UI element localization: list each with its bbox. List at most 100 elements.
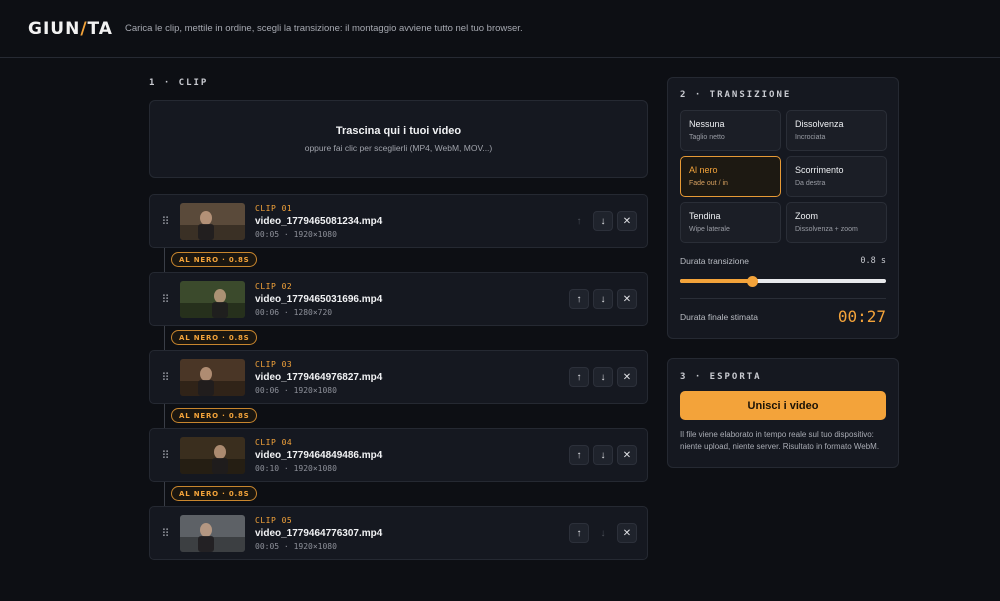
arrow-down-icon: ↓ <box>600 449 606 461</box>
app-header: GIUN/TA Carica le clip, mettile in ordin… <box>0 0 1000 58</box>
transition-option-subtitle: Fade out / in <box>689 180 728 187</box>
transition-option[interactable]: Nessuna Taglio netto <box>680 110 781 151</box>
move-up-button[interactable]: ↑ <box>569 367 589 387</box>
logo-text-b: TA <box>87 18 113 39</box>
move-down-button[interactable]: ↓ <box>593 445 613 465</box>
duration-label: Durata transizione <box>680 256 749 266</box>
move-up-button[interactable]: ↑ <box>569 211 589 231</box>
slider-thumb[interactable] <box>747 276 759 287</box>
close-icon: ✕ <box>622 527 632 539</box>
transition-option[interactable]: Scorrimento Da destra <box>786 156 887 197</box>
clip-card[interactable]: ⠿ CLIP 02 video_1779465031696.mp4 00:06 … <box>149 272 648 326</box>
move-down-button[interactable]: ↓ <box>593 289 613 309</box>
transition-option[interactable]: Dissolvenza Incrociata <box>786 110 887 151</box>
remove-clip-button[interactable]: ✕ <box>617 367 637 387</box>
arrow-down-icon: ↓ <box>600 371 606 383</box>
transition-option-subtitle: Dissolvenza + zoom <box>795 226 858 233</box>
clip-card[interactable]: ⠿ CLIP 04 video_1779464849486.mp4 00:10 … <box>149 428 648 482</box>
clip-duration: 00:06 <box>255 385 280 395</box>
clip-card[interactable]: ⠿ CLIP 01 video_1779465081234.mp4 00:05 … <box>149 194 648 248</box>
clip-number: CLIP 05 <box>255 515 293 525</box>
clip-card[interactable]: ⠿ CLIP 03 video_1779464976827.mp4 00:06 … <box>149 350 648 404</box>
transition-option-title: Nessuna <box>689 119 725 129</box>
duration-value: 0.8 s <box>860 256 886 266</box>
clip-duration: 00:05 <box>255 229 280 239</box>
clips-column: 1 · CLIP Trascina qui i tuoi video oppur… <box>149 78 648 560</box>
meta-separator: · <box>283 307 289 317</box>
clip-meta: 00:05 · 1920×1080 <box>255 542 382 551</box>
transition-option-title: Zoom <box>795 211 819 221</box>
move-down-button[interactable]: ↓ <box>593 211 613 231</box>
move-down-button[interactable]: ↓ <box>593 523 613 543</box>
clip-resolution: 1920×1080 <box>293 385 337 395</box>
clip-number: CLIP 03 <box>255 359 293 369</box>
arrow-up-icon: ↑ <box>576 293 582 305</box>
clips-section-label: 1 · CLIP <box>149 78 209 88</box>
arrow-up-icon: ↑ <box>576 371 582 383</box>
clip-filename: video_1779464976827.mp4 <box>255 371 383 383</box>
logo-slash: / <box>80 18 88 39</box>
drag-handle-icon[interactable]: ⠿ <box>150 293 180 306</box>
clip-duration: 00:06 <box>255 307 280 317</box>
move-up-button[interactable]: ↑ <box>569 445 589 465</box>
export-panel: 3 · ESPORTA Unisci i video Il file viene… <box>667 358 899 468</box>
clip-resolution: 1920×1080 <box>293 229 337 239</box>
meta-separator: · <box>283 229 289 239</box>
transition-connector: AL NERO · 0.8S <box>149 404 648 428</box>
transition-badge[interactable]: AL NERO · 0.8S <box>171 408 258 423</box>
drag-handle-icon[interactable]: ⠿ <box>150 215 180 228</box>
clip-actions: ↑ ↓ ✕ <box>569 211 637 231</box>
drag-handle-icon[interactable]: ⠿ <box>150 371 180 384</box>
duration-slider[interactable] <box>680 276 886 287</box>
dropzone-title: Trascina qui i tuoi video <box>335 125 462 137</box>
clip-actions: ↑ ↓ ✕ <box>569 367 637 387</box>
remove-clip-button[interactable]: ✕ <box>617 211 637 231</box>
clip-info: CLIP 04 video_1779464849486.mp4 00:10 · … <box>255 438 382 473</box>
clip-actions: ↑ ↓ ✕ <box>569 289 637 309</box>
close-icon: ✕ <box>622 215 632 227</box>
clip-meta: 00:10 · 1920×1080 <box>255 464 382 473</box>
remove-clip-button[interactable]: ✕ <box>617 445 637 465</box>
clip-filename: video_1779465081234.mp4 <box>255 215 383 227</box>
clip-list: ⠿ CLIP 01 video_1779465081234.mp4 00:05 … <box>149 194 648 560</box>
clip-thumbnail <box>180 280 245 318</box>
clip-filename: video_1779464776307.mp4 <box>255 527 383 539</box>
clip-actions: ↑ ↓ ✕ <box>569 523 637 543</box>
transition-badge[interactable]: AL NERO · 0.8S <box>171 252 258 267</box>
transition-option-subtitle: Wipe laterale <box>689 226 730 233</box>
transition-badge[interactable]: AL NERO · 0.8S <box>171 486 258 501</box>
clip-thumbnail <box>180 436 245 474</box>
transition-panel: 2 · TRANSIZIONE Nessuna Taglio netto Dis… <box>667 77 899 339</box>
transition-option[interactable]: Al nero Fade out / in <box>680 156 781 197</box>
video-dropzone[interactable]: Trascina qui i tuoi video oppure fai cli… <box>149 100 648 178</box>
transition-option-subtitle: Taglio netto <box>689 134 725 141</box>
panel-divider <box>680 298 886 299</box>
drag-handle-icon[interactable]: ⠿ <box>150 449 180 462</box>
dropzone-subtitle: oppure fai clic per sceglierli (MP4, Web… <box>304 143 493 153</box>
clip-info: CLIP 05 video_1779464776307.mp4 00:05 · … <box>255 516 382 551</box>
transition-option[interactable]: Zoom Dissolvenza + zoom <box>786 202 887 243</box>
transition-options: Nessuna Taglio netto Dissolvenza Incroci… <box>680 110 887 243</box>
transition-option-title: Dissolvenza <box>795 119 844 129</box>
remove-clip-button[interactable]: ✕ <box>617 523 637 543</box>
drag-handle-icon[interactable]: ⠿ <box>150 527 180 540</box>
app-logo[interactable]: GIUN/TA <box>28 19 113 39</box>
close-icon: ✕ <box>622 293 632 305</box>
duration-row: Durata transizione 0.8 s <box>680 256 886 266</box>
clip-card[interactable]: ⠿ CLIP 05 video_1779464776307.mp4 00:05 … <box>149 506 648 560</box>
clip-meta: 00:06 · 1920×1080 <box>255 386 382 395</box>
export-section-label: 3 · ESPORTA <box>680 372 762 382</box>
move-up-button[interactable]: ↑ <box>569 523 589 543</box>
move-down-button[interactable]: ↓ <box>593 367 613 387</box>
move-up-button[interactable]: ↑ <box>569 289 589 309</box>
clip-number: CLIP 02 <box>255 281 293 291</box>
remove-clip-button[interactable]: ✕ <box>617 289 637 309</box>
clip-duration: 00:05 <box>255 541 280 551</box>
arrow-up-icon: ↑ <box>576 449 582 461</box>
export-note: Il file viene elaborato in tempo reale s… <box>680 430 880 451</box>
transition-option[interactable]: Tendina Wipe laterale <box>680 202 781 243</box>
clip-thumbnail <box>180 202 245 240</box>
transition-badge[interactable]: AL NERO · 0.8S <box>171 330 258 345</box>
merge-videos-button[interactable]: Unisci i video <box>680 391 886 420</box>
arrow-up-icon: ↑ <box>576 215 582 227</box>
